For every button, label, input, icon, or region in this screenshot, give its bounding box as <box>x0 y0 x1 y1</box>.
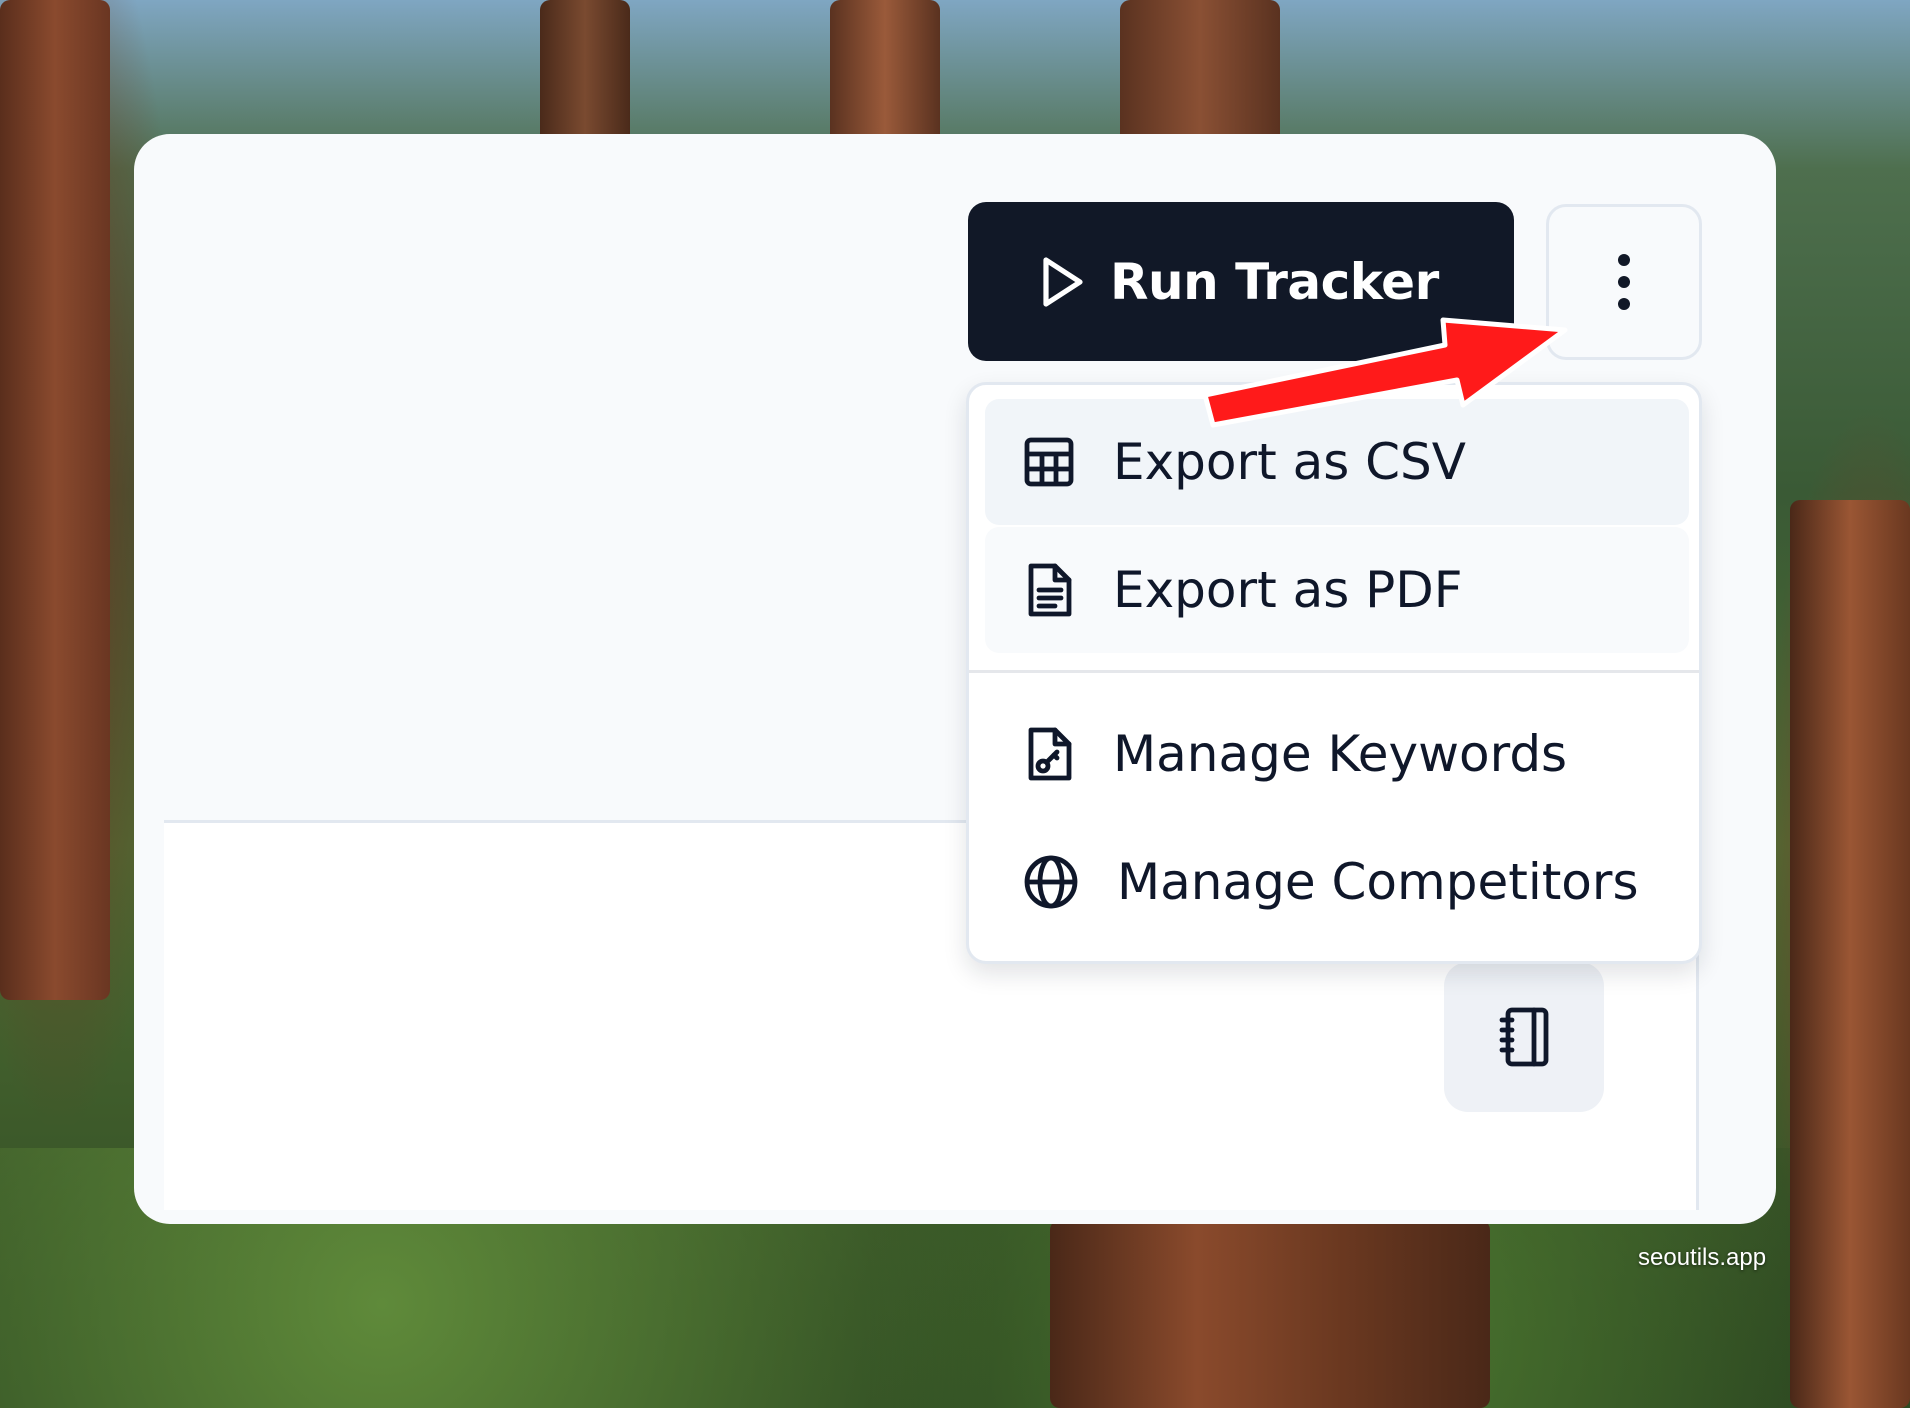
annotation-arrow-icon <box>1202 317 1568 428</box>
notebook-button[interactable] <box>1444 962 1604 1112</box>
menu-item-manage-keywords[interactable]: Manage Keywords <box>985 691 1689 817</box>
background-tree-trunk <box>1790 500 1910 1408</box>
background-tree-trunk <box>540 0 630 150</box>
background-tree-trunk <box>830 0 940 150</box>
file-key-icon <box>1021 724 1077 784</box>
menu-item-label: Export as PDF <box>1113 561 1463 619</box>
background-tree-trunk <box>1120 0 1280 150</box>
menu-item-label: Manage Competitors <box>1117 853 1639 911</box>
more-options-menu: Export as CSV Export as PDF Manage Keywo… <box>966 382 1702 964</box>
notebook-icon <box>1496 1006 1552 1068</box>
table-icon <box>1021 434 1077 490</box>
menu-item-export-pdf[interactable]: Export as PDF <box>985 527 1689 653</box>
menu-item-label: Manage Keywords <box>1113 725 1568 783</box>
watermark-text: seoutils.app <box>1638 1244 1767 1271</box>
menu-divider <box>969 670 1699 673</box>
vertical-dots-icon <box>1616 252 1632 312</box>
app-window-card: Run Tracker Export as CSV Export as PDF … <box>134 134 1776 1224</box>
menu-item-label: Export as CSV <box>1113 433 1467 491</box>
document-icon <box>1021 560 1077 620</box>
globe-icon <box>1021 852 1081 912</box>
background-tree-trunk <box>0 0 110 1000</box>
menu-item-manage-competitors[interactable]: Manage Competitors <box>985 819 1689 945</box>
play-icon <box>1040 256 1084 308</box>
background-tree-trunk <box>1050 1220 1490 1408</box>
